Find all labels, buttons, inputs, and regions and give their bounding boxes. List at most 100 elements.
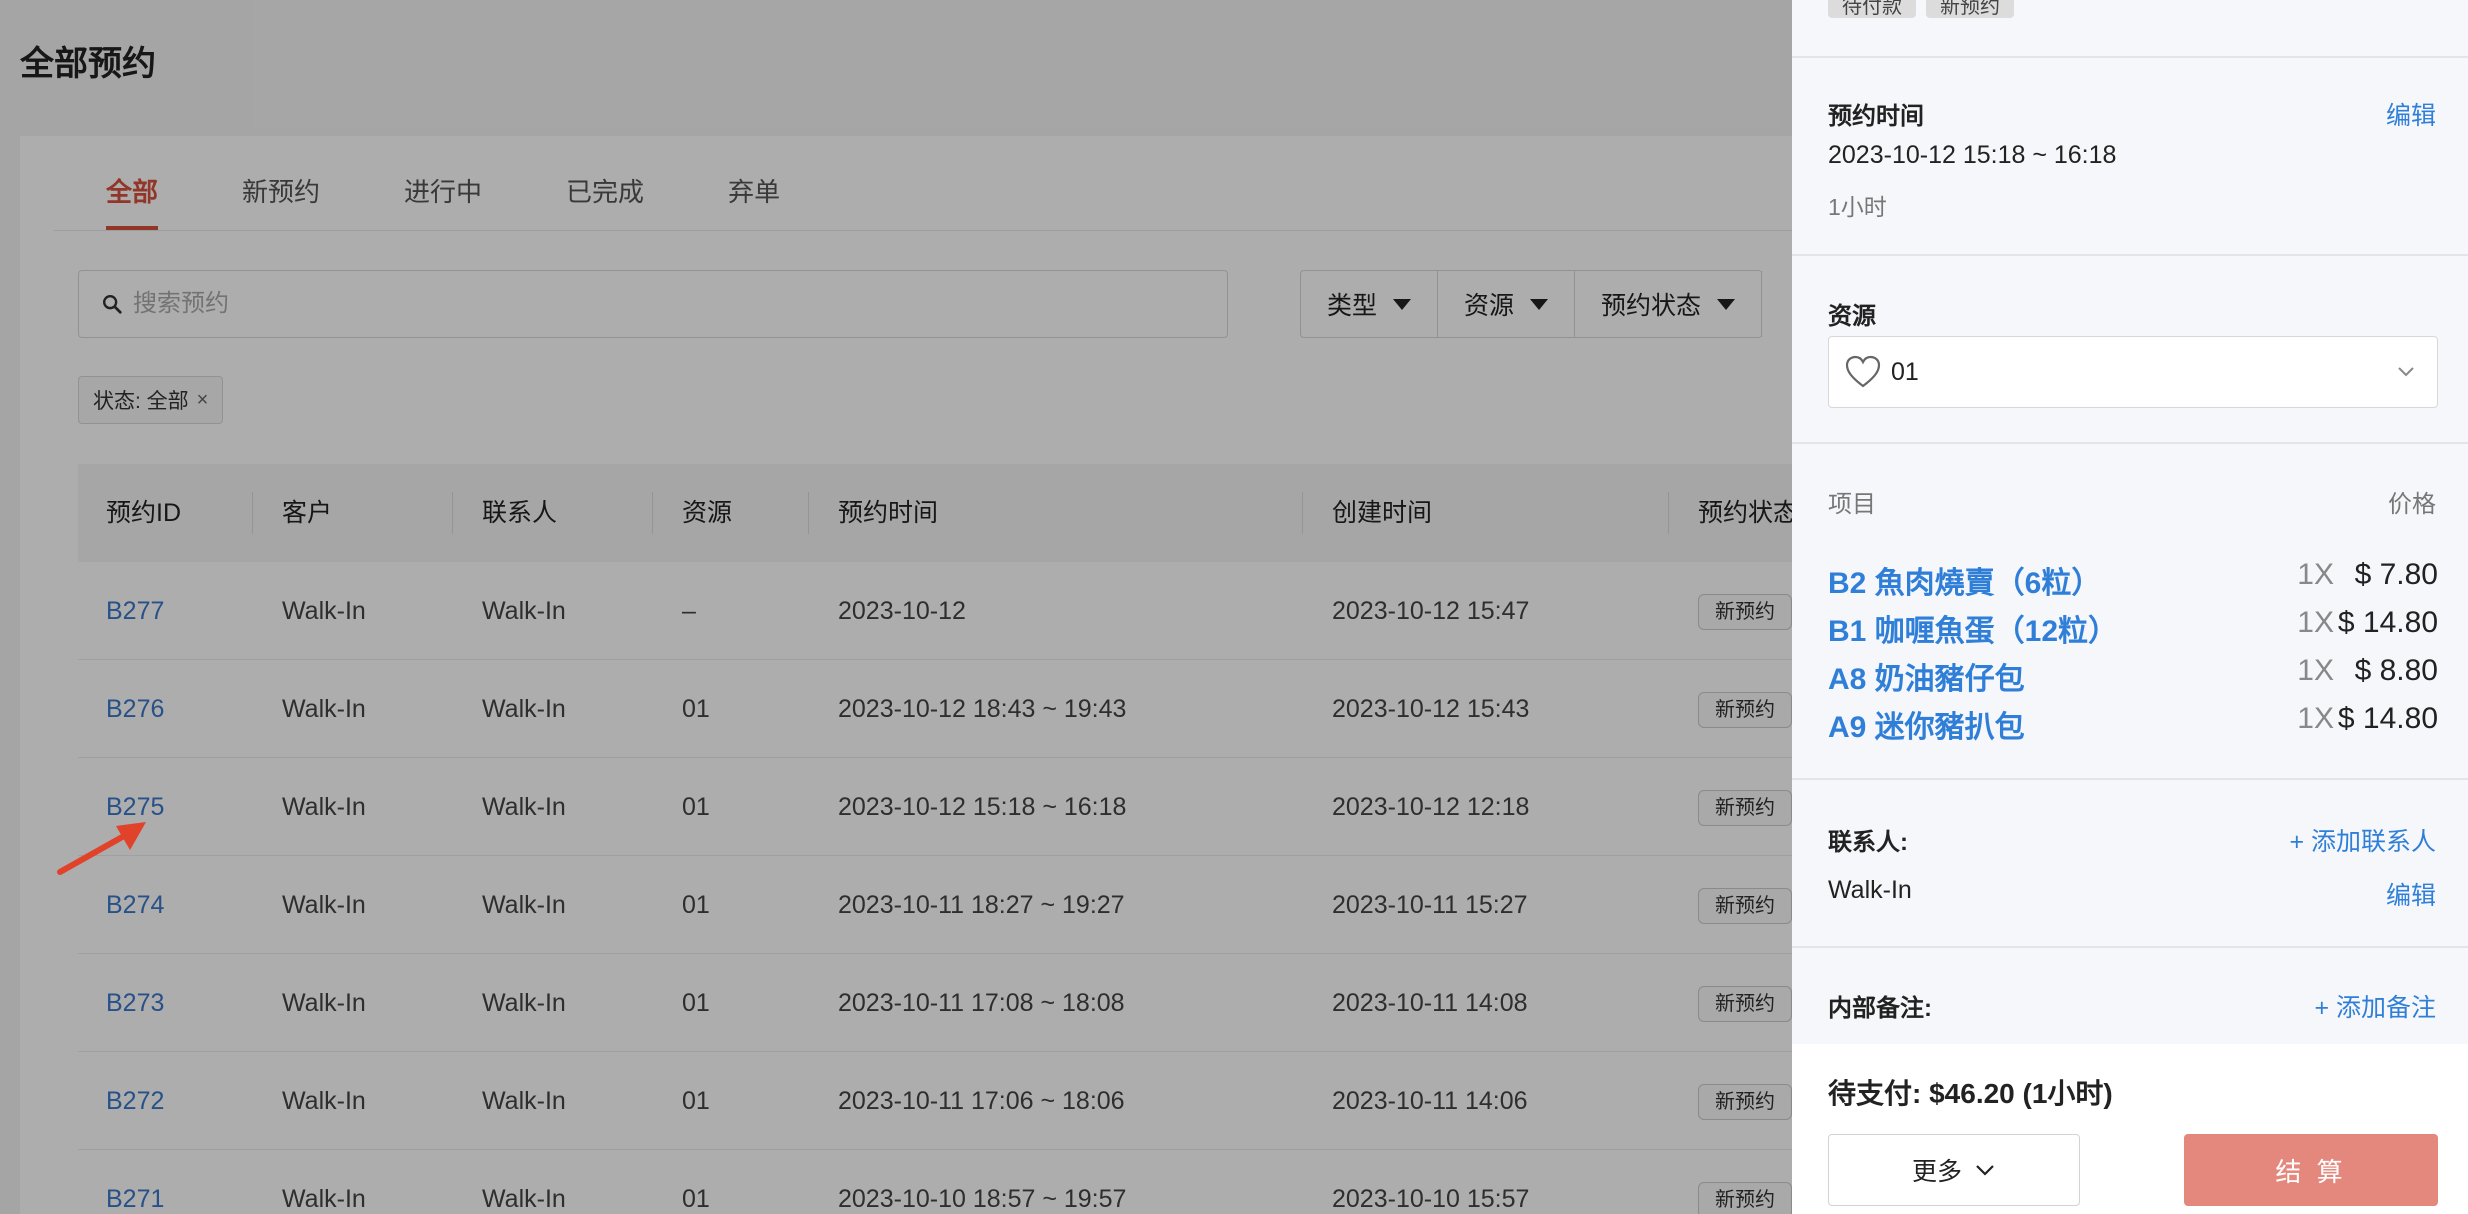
col-resource: 资源 [682, 499, 733, 527]
heart-icon [1845, 355, 1881, 388]
booking-time-cell: 2023-10-11 18:27 ~ 19:27 [838, 891, 1125, 919]
booking-time-value: 2023-10-12 15:18 ~ 16:18 [1828, 141, 2117, 169]
booking-time-label: 预约时间 [1828, 103, 1924, 130]
resource-select[interactable]: 01 [1828, 336, 2438, 408]
line-item: B1 咖喱魚蛋（12粒） 1X $ 14.80 [1828, 606, 2438, 650]
more-button[interactable]: 更多 [1828, 1134, 2080, 1206]
status-tabs: 全部 新预约 进行中 已完成 弃单 [106, 136, 864, 230]
internal-notes-label: 内部备注: [1828, 995, 1932, 1022]
add-contact-link[interactable]: + 添加联系人 [2289, 822, 2436, 858]
created-time-cell: 2023-10-12 15:43 [1332, 695, 1530, 723]
tab-all[interactable]: 全部 [106, 136, 159, 230]
line-item-name[interactable]: A8 奶油豬仔包 [1828, 654, 2025, 698]
caret-down-icon [1393, 298, 1412, 310]
booking-id-link[interactable]: B271 [106, 1150, 164, 1214]
active-filter-chip: 状态: 全部 × [78, 376, 224, 424]
edit-time-link[interactable]: 编辑 [2386, 96, 2436, 132]
line-item-qty: 1X [2297, 654, 2334, 687]
line-item-price: $ 14.80 [2337, 606, 2438, 639]
status-badge: 新预约 [1698, 790, 1792, 826]
active-filter-label: 状态: 全部 [93, 390, 189, 413]
column-divider [1668, 492, 1669, 534]
customer-cell: Walk-In [282, 1087, 366, 1115]
tab-abandoned[interactable]: 弃单 [728, 136, 780, 230]
search-input[interactable] [133, 290, 1133, 318]
tab-completed[interactable]: 已完成 [566, 136, 644, 230]
line-item-name[interactable]: B1 咖喱魚蛋（12粒） [1828, 606, 2118, 650]
resource-cell: – [682, 597, 696, 625]
col-booking-time: 预约时间 [838, 499, 939, 527]
column-divider [252, 492, 253, 534]
table-row[interactable]: B276 Walk-In Walk-In 01 2023-10-12 18:43… [78, 660, 1860, 758]
table-row[interactable]: B271 Walk-In Walk-In 01 2023-10-10 18:57… [78, 1150, 1860, 1214]
price-label: 价格 [2388, 491, 2436, 518]
search-icon [103, 295, 122, 314]
created-time-cell: 2023-10-12 12:18 [1332, 793, 1530, 821]
booking-id-link[interactable]: B272 [106, 1052, 164, 1150]
created-time-cell: 2023-10-11 14:06 [1332, 1087, 1528, 1115]
tab-new[interactable]: 新预约 [242, 136, 320, 230]
filter-resource[interactable]: 资源 [1438, 271, 1576, 337]
customer-cell: Walk-In [282, 1185, 366, 1213]
bookings-card: 全部 新预约 进行中 已完成 弃单 类型 资源 预约状态 状态: 全部 × 预约… [20, 136, 1860, 1214]
created-time-cell: 2023-10-12 15:47 [1332, 597, 1530, 625]
booking-time-cell: 2023-10-12 [838, 597, 966, 625]
contact-cell: Walk-In [482, 1087, 566, 1115]
column-divider [652, 492, 653, 534]
booking-id-link[interactable]: B276 [106, 660, 164, 758]
edit-contact-link[interactable]: 编辑 [2386, 876, 2436, 912]
table-row[interactable]: B277 Walk-In Walk-In – 2023-10-12 2023-1… [78, 562, 1860, 660]
line-item-qty: 1X [2297, 558, 2334, 591]
resource-cell: 01 [682, 1087, 710, 1115]
contact-cell: Walk-In [482, 891, 566, 919]
chevron-down-icon [1976, 1165, 1994, 1176]
line-item-name[interactable]: A9 迷你豬扒包 [1828, 702, 2025, 746]
booking-id-link[interactable]: B273 [106, 954, 164, 1052]
filter-status-label: 预约状态 [1601, 292, 1702, 320]
contact-cell: Walk-In [482, 695, 566, 723]
line-item-price: $ 14.80 [2337, 702, 2438, 735]
column-divider [808, 492, 809, 534]
contact-value: Walk-In [1828, 876, 1912, 904]
tab-in-progress[interactable]: 进行中 [404, 136, 482, 230]
column-divider [1302, 492, 1303, 534]
booking-time-cell: 2023-10-12 18:43 ~ 19:43 [838, 695, 1127, 723]
table-row[interactable]: B275 Walk-In Walk-In 01 2023-10-12 15:18… [78, 758, 1860, 856]
customer-cell: Walk-In [282, 793, 366, 821]
drawer-footer: 待支付: $46.20 (1小时) 更多 结 算 [1792, 1044, 2468, 1214]
booking-detail-drawer: 待付款 新预约 预约时间 编辑 2023-10-12 15:18 ~ 16:18… [1792, 0, 2468, 1214]
customer-cell: Walk-In [282, 695, 366, 723]
booking-time-cell: 2023-10-11 17:06 ~ 18:06 [838, 1087, 1125, 1115]
chevron-down-icon [2398, 367, 2414, 377]
line-item-name[interactable]: B2 魚肉燒賣（6粒） [1828, 558, 2101, 602]
search-box[interactable] [78, 270, 1228, 338]
add-note-link[interactable]: + 添加备注 [2314, 988, 2436, 1024]
resource-cell: 01 [682, 891, 710, 919]
contact-cell: Walk-In [482, 1185, 566, 1213]
close-icon[interactable]: × [197, 389, 209, 412]
filter-type[interactable]: 类型 [1301, 271, 1439, 337]
resource-value: 01 [1891, 357, 1919, 386]
filter-type-label: 类型 [1327, 292, 1378, 320]
section-divider [1792, 442, 2468, 444]
line-item: A8 奶油豬仔包 1X $ 8.80 [1828, 654, 2438, 698]
status-badge: 新预约 [1698, 986, 1792, 1022]
customer-cell: Walk-In [282, 891, 366, 919]
section-divider [1792, 56, 2468, 58]
column-divider [452, 492, 453, 534]
col-booking-status: 预约状态 [1698, 499, 1799, 527]
booking-id-link[interactable]: B277 [106, 562, 164, 660]
status-badge: 新预约 [1698, 888, 1792, 924]
line-item: B2 魚肉燒賣（6粒） 1X $ 7.80 [1828, 558, 2438, 602]
filter-booking-status[interactable]: 预约状态 [1575, 271, 1763, 337]
table-row[interactable]: B274 Walk-In Walk-In 01 2023-10-11 18:27… [78, 856, 1860, 954]
section-divider [1792, 254, 2468, 256]
items-label: 项目 [1828, 491, 1876, 518]
table-row[interactable]: B273 Walk-In Walk-In 01 2023-10-11 17:08… [78, 954, 1860, 1052]
checkout-button[interactable]: 结 算 [2184, 1134, 2438, 1206]
more-button-label: 更多 [1911, 1158, 1962, 1186]
table-row[interactable]: B272 Walk-In Walk-In 01 2023-10-11 17:06… [78, 1052, 1860, 1150]
line-item-qty: 1X [2297, 702, 2334, 735]
line-item: A9 迷你豬扒包 1X $ 14.80 [1828, 702, 2438, 746]
section-divider [1792, 946, 2468, 948]
